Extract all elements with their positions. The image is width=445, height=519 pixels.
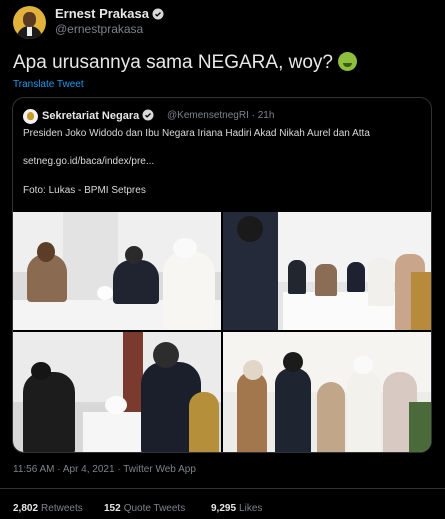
nauseated-face-emoji-icon — [338, 52, 358, 71]
photo-ceremony-table[interactable] — [13, 212, 221, 330]
likes-stat[interactable]: 9,295 Likes — [211, 503, 262, 514]
avatar-face — [23, 12, 36, 27]
tweet-timestamp[interactable]: 11:56 AM · Apr 4, 2021 · Twitter Web App — [13, 464, 196, 475]
author-name[interactable]: Ernest Prakasa — [55, 6, 149, 21]
tweet-text: Apa urusannya sama NEGARA, woy? — [13, 52, 333, 73]
photo-wedding-hall[interactable] — [223, 212, 431, 330]
quoted-headline: Presiden Joko Widodo dan Ibu Negara Iria… — [23, 128, 370, 139]
quoted-author-name-row: Sekretariat Negara — [42, 109, 154, 122]
likes-count: 9,295 — [211, 503, 237, 514]
divider — [0, 488, 445, 489]
verified-badge-icon — [152, 8, 164, 20]
quote-tweets-stat[interactable]: 152 Quote Tweets — [104, 503, 185, 514]
retweets-stat[interactable]: 2,802 Retweets — [13, 503, 83, 514]
quoted-author-avatar[interactable] — [23, 109, 38, 124]
quoted-tweet-card[interactable]: Sekretariat Negara @KemensetnegRI · 21h … — [12, 97, 432, 453]
quote-tweets-count: 152 — [104, 503, 121, 514]
quote-tweets-label: Quote Tweets — [123, 503, 186, 514]
photo-guests-seated[interactable] — [13, 332, 221, 452]
avatar-shirt — [27, 26, 32, 36]
quoted-author-name: Sekretariat Negara — [42, 110, 140, 122]
translate-tweet-link[interactable]: Translate Tweet — [13, 79, 84, 90]
quoted-photo-credit: Foto: Lukas - BPMI Setpres — [23, 185, 146, 196]
likes-label: Likes — [239, 503, 263, 514]
verified-badge-icon — [142, 109, 154, 121]
tweet-text-row: Apa urusannya sama NEGARA, woy? — [13, 52, 358, 74]
author-handle[interactable]: @ernestprakasa — [55, 22, 143, 36]
quoted-link: setneg.go.id/baca/index/pre... — [23, 156, 155, 167]
retweets-label: Retweets — [41, 503, 83, 514]
retweets-count: 2,802 — [13, 503, 39, 514]
author-name-row[interactable]: Ernest Prakasa — [55, 6, 164, 21]
quoted-handle-time: @KemensetnegRI · 21h — [167, 110, 275, 121]
photo-bride-groom-greeting[interactable] — [223, 332, 431, 452]
author-avatar[interactable] — [13, 6, 46, 39]
